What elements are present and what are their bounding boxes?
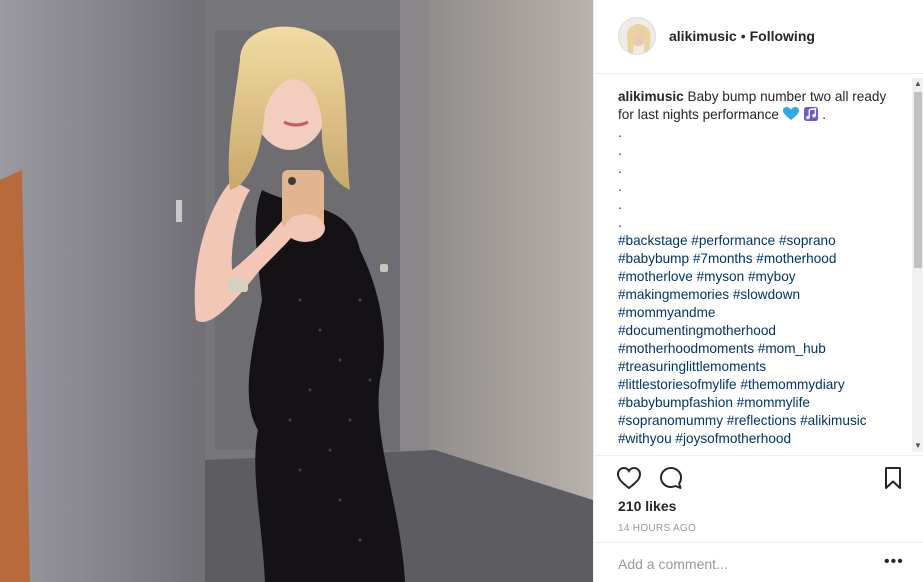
following-button[interactable]: Following [750, 28, 815, 44]
scroll-down-arrow-icon[interactable]: ▼ [912, 440, 923, 452]
speech-bubble-icon[interactable] [658, 465, 684, 491]
hashtag-line[interactable]: #makingmemories #slowdown [618, 286, 903, 304]
hashtag-line[interactable]: #babybumpfashion #mommylife [618, 394, 903, 412]
post-photo[interactable] [0, 0, 593, 582]
hashtag-line[interactable]: #documentingmotherhood [618, 322, 903, 340]
caption-end-period: . [822, 107, 827, 122]
hashtag-line[interactable]: #motherlove #myson #myboy [618, 268, 903, 286]
hashtag-line[interactable]: #treasuringlittlemoments [618, 358, 903, 376]
musical-notes-icon [803, 107, 818, 121]
hashtag-line[interactable]: #sopranomummy #reflections #alikimusic [618, 412, 903, 430]
caption-dot: . [618, 161, 622, 176]
post-image [0, 0, 593, 582]
caption-username[interactable]: alikimusic [618, 89, 684, 104]
hashtag-line[interactable]: #mommyandme [618, 304, 903, 322]
action-bar [594, 455, 923, 495]
caption-dot: . [618, 197, 622, 212]
header-username[interactable]: alikimusic [669, 28, 737, 44]
more-options-icon[interactable]: ••• [884, 554, 904, 570]
post-header: alikimusic • Following [594, 0, 923, 74]
scroll-thumb[interactable] [914, 92, 922, 268]
hashtag-line[interactable]: #babybump #7months #motherhood [618, 250, 903, 268]
blue-heart-icon [782, 107, 799, 120]
caption-dot: . [618, 215, 622, 230]
avatar-image [619, 18, 655, 54]
heart-outline-icon[interactable] [616, 465, 642, 491]
comment-input[interactable] [618, 555, 868, 573]
post-timestamp[interactable]: 14 HOURS AGO [618, 523, 696, 534]
scroll-up-arrow-icon[interactable]: ▲ [912, 78, 923, 90]
bookmark-icon[interactable] [880, 465, 906, 491]
comment-box: ••• [594, 542, 923, 582]
caption-dot: . [618, 143, 622, 158]
caption-text: alikimusic Baby bump number two all read… [618, 88, 903, 124]
hashtag-line[interactable]: #withyou #joysofmotherhood [618, 430, 903, 448]
caption-scrollbar[interactable]: ▲ ▼ [912, 78, 923, 452]
likes-count[interactable]: 210 likes [618, 498, 676, 514]
hashtag-line[interactable]: #backstage #performance #soprano [618, 232, 903, 250]
hashtag-line[interactable]: #littlestoriesofmylife #themommydiary [618, 376, 903, 394]
avatar[interactable] [618, 17, 656, 55]
caption-area: alikimusic Baby bump number two all read… [618, 88, 903, 454]
caption-dot: . [618, 125, 622, 140]
header-user-row: alikimusic • Following [669, 28, 815, 44]
caption-dot: . [618, 179, 622, 194]
post-sidebar: alikimusic • Following alikimusic Baby bum… [593, 0, 923, 582]
separator-dot: • [740, 28, 746, 44]
hashtag-line[interactable]: #motherhoodmoments #mom_hub [618, 340, 903, 358]
